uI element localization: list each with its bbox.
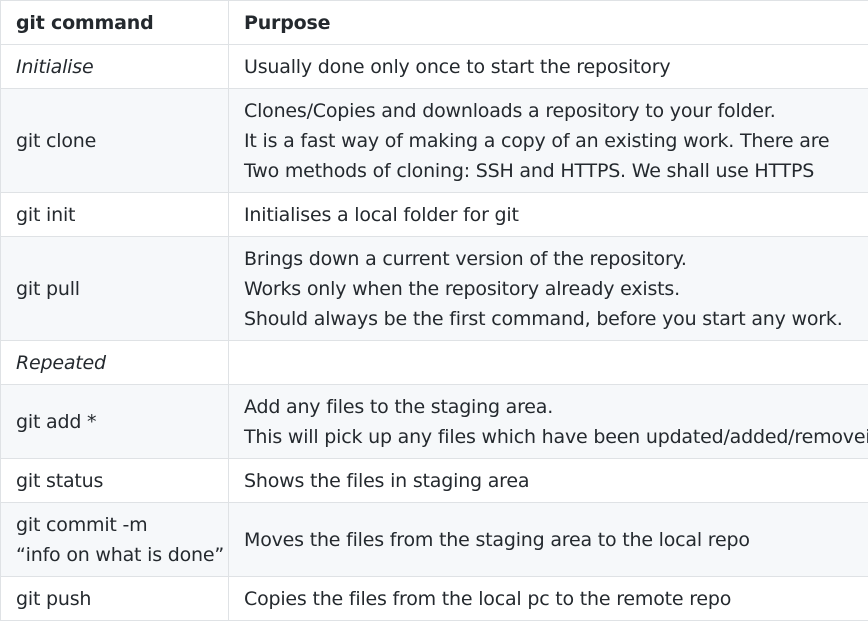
command-line: “info on what is done” <box>16 543 225 566</box>
command-cell: git add * <box>0 384 229 459</box>
command-cell: git status <box>0 458 229 503</box>
git-commands-table: git command Purpose Initialise Usually d… <box>0 0 868 621</box>
command-cell: git init <box>0 192 229 237</box>
command-cell: git push <box>0 576 229 621</box>
table-row: git init Initialises a local folder for … <box>0 192 868 237</box>
command-line: git push <box>16 587 92 610</box>
command-line: git status <box>16 469 104 492</box>
purpose-line: Add any files to the staging area. <box>244 395 554 418</box>
table-row: git commit -m “info on what is done” Mov… <box>0 502 868 577</box>
table-row: git push Copies the files from the local… <box>0 576 868 621</box>
purpose-line: Should always be the first command, befo… <box>244 307 843 330</box>
purpose-cell: Add any files to the staging area. This … <box>228 384 868 459</box>
purpose-line: Copies the files from the local pc to th… <box>244 587 732 610</box>
table-row: git status Shows the files in staging ar… <box>0 458 868 503</box>
purpose-line: Works only when the repository already e… <box>244 277 680 300</box>
command-line: Initialise <box>16 55 94 78</box>
table-row: git add * Add any files to the staging a… <box>0 384 868 459</box>
purpose-line: It is a fast way of making a copy of an … <box>244 129 830 152</box>
header-git-command: git command <box>0 0 229 45</box>
table-row: Initialise Usually done only once to sta… <box>0 44 868 89</box>
purpose-cell <box>228 340 868 385</box>
purpose-cell: Moves the files from the staging area to… <box>228 502 868 577</box>
purpose-line: Usually done only once to start the repo… <box>244 55 671 78</box>
purpose-cell: Brings down a current version of the rep… <box>228 236 868 341</box>
purpose-cell: Copies the files from the local pc to th… <box>228 576 868 621</box>
command-line: git add * <box>16 410 97 433</box>
purpose-line: Moves the files from the staging area to… <box>244 528 750 551</box>
command-line: git init <box>16 203 76 226</box>
purpose-line: Two methods of cloning: SSH and HTTPS. W… <box>244 159 815 182</box>
command-cell: Repeated <box>0 340 229 385</box>
purpose-line: Clones/Copies and downloads a repository… <box>244 99 776 122</box>
purpose-cell: Shows the files in staging area <box>228 458 868 503</box>
table-row: Repeated <box>0 340 868 385</box>
purpose-cell: Usually done only once to start the repo… <box>228 44 868 89</box>
purpose-cell: Initialises a local folder for git <box>228 192 868 237</box>
purpose-line: Initialises a local folder for git <box>244 203 519 226</box>
command-line: git pull <box>16 277 80 300</box>
header-purpose: Purpose <box>228 0 868 45</box>
purpose-line: Brings down a current version of the rep… <box>244 247 687 270</box>
table-header-row: git command Purpose <box>0 0 868 45</box>
command-cell: git commit -m “info on what is done” <box>0 502 229 577</box>
purpose-line: Shows the files in staging area <box>244 469 530 492</box>
command-line: git commit -m <box>16 513 148 536</box>
table-row: git clone Clones/Copies and downloads a … <box>0 88 868 193</box>
table-row: git pull Brings down a current version o… <box>0 236 868 341</box>
command-cell: Initialise <box>0 44 229 89</box>
command-line: Repeated <box>16 351 106 374</box>
purpose-cell: Clones/Copies and downloads a repository… <box>228 88 868 193</box>
purpose-line: This will pick up any files which have b… <box>244 425 868 448</box>
command-line: git clone <box>16 129 97 152</box>
command-cell: git pull <box>0 236 229 341</box>
command-cell: git clone <box>0 88 229 193</box>
